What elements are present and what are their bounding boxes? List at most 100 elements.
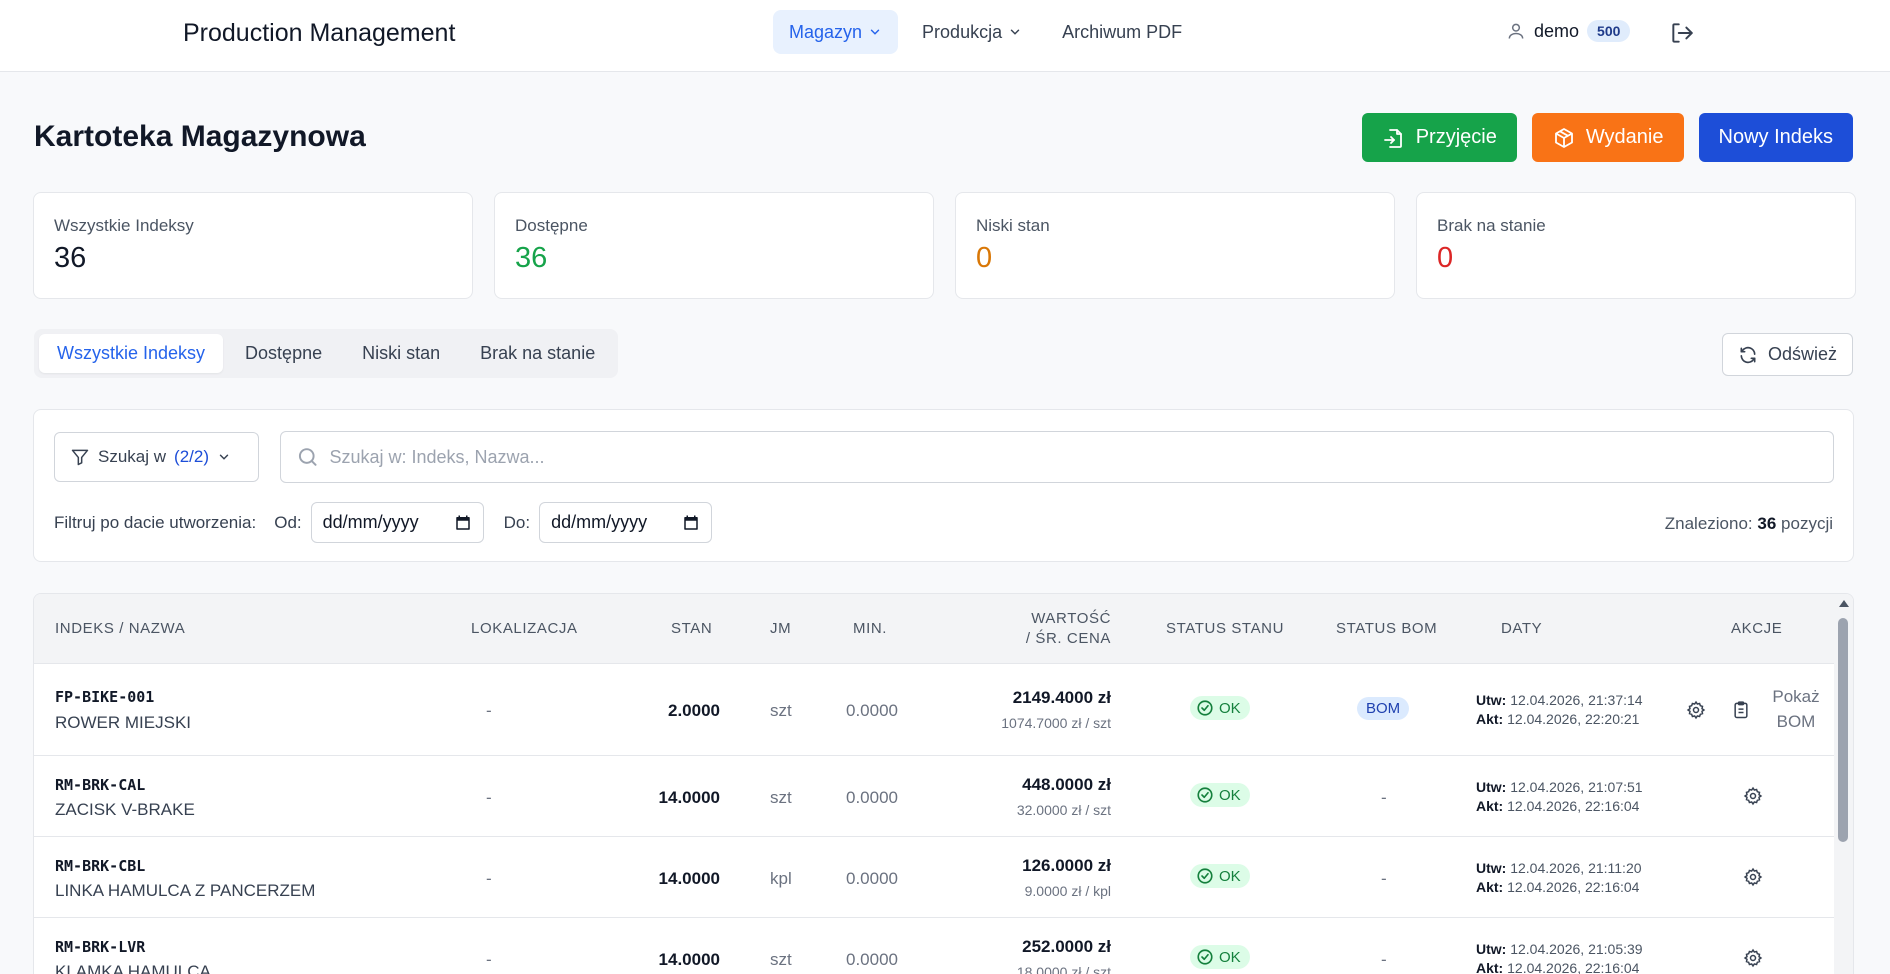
found-suffix: pozycji: [1781, 514, 1833, 533]
row-name: KLAMKA HAMULCA: [55, 962, 211, 974]
th-min[interactable]: MIN.: [853, 620, 887, 637]
chevron-down-icon: [870, 29, 880, 35]
search-fields-dropdown[interactable]: Szukaj w (2/2): [54, 432, 259, 482]
gear-icon: [1743, 867, 1763, 887]
scroll-thumb[interactable]: [1838, 618, 1848, 842]
th-avg-price[interactable]: / ŚR. CENA: [914, 630, 1111, 647]
created-value: 12.04.2026, 21:05:39: [1510, 941, 1643, 957]
status-ok-pill: OK: [1190, 945, 1250, 969]
results-count: Znaleziono: 36 pozycji: [1665, 514, 1833, 534]
th-index-name[interactable]: INDEKS / NAZWA: [55, 620, 185, 637]
row-location: -: [486, 701, 492, 720]
status-ok-pill: OK: [1190, 696, 1250, 720]
updated-value: 12.04.2026, 22:16:04: [1507, 798, 1640, 814]
created-value: 12.04.2026, 21:37:14: [1510, 692, 1643, 708]
refresh-button[interactable]: Odśwież: [1721, 333, 1853, 376]
th-dates[interactable]: DATY: [1501, 620, 1542, 637]
username: demo: [1534, 20, 1580, 41]
row-dates: Utw: 12.04.2026, 21:11:20 Akt: 12.04.202…: [1476, 859, 1642, 897]
row-code: RM-BRK-CBL: [55, 857, 146, 875]
date-to-input[interactable]: dd/mm/yyyy: [539, 502, 713, 543]
check-circle-icon: [1197, 949, 1213, 965]
created-date: Utw: 12.04.2026, 21:11:20: [1476, 859, 1642, 878]
table-row[interactable]: RM-BRK-CBL LINKA HAMULCA Z PANCERZEM - 1…: [34, 837, 1836, 918]
status-text: OK: [1219, 699, 1241, 717]
stat-label: Wszystkie Indeksy: [54, 216, 194, 235]
issue-button[interactable]: Wydanie: [1531, 113, 1684, 162]
show-bom-line-1: Pokaż: [1772, 687, 1820, 706]
settings-button[interactable]: [1743, 867, 1763, 887]
th-unit[interactable]: JM: [770, 620, 791, 637]
date-to-label: Do:: [503, 512, 531, 532]
created-date: Utw: 12.04.2026, 21:37:14: [1476, 691, 1643, 710]
table-row[interactable]: RM-BRK-LVR KLAMKA HAMULCA - 14.0000 szt …: [34, 918, 1836, 974]
nav-produkcja[interactable]: Produkcja: [906, 10, 1038, 54]
gear-icon: [1686, 700, 1706, 720]
th-stock-status[interactable]: STATUS STANU: [1166, 620, 1284, 637]
tab-low-stock[interactable]: Niski stan: [344, 334, 458, 373]
stat-label: Dostępne: [515, 216, 588, 235]
th-location[interactable]: LOKALIZACJA: [471, 620, 578, 637]
row-stock: 14.0000: [658, 950, 720, 969]
tab-out-of-stock[interactable]: Brak na stanie: [462, 334, 613, 373]
date-from-input[interactable]: dd/mm/yyyy: [310, 502, 484, 543]
settings-button[interactable]: [1743, 786, 1763, 806]
stock-status-badge: OK: [1190, 945, 1250, 971]
scroll-up-arrow-icon[interactable]: [1839, 600, 1849, 607]
user-icon: [1508, 23, 1524, 39]
user-box[interactable]: demo 500: [1506, 20, 1631, 42]
new-index-button[interactable]: Nowy Indeks: [1698, 113, 1853, 162]
row-avg-price: 9.0000 zł / kpl: [1024, 883, 1111, 899]
show-bom-link[interactable]: Pokaż BOM: [1769, 684, 1823, 734]
nav-archiwum-pdf[interactable]: Archiwum PDF: [1046, 10, 1198, 54]
table-row[interactable]: FP-BIKE-001 ROWER MIEJSKI - 2.0000 szt 0…: [34, 664, 1836, 756]
chevron-down-icon: [1010, 29, 1020, 35]
stat-value: 0: [976, 242, 993, 274]
stat-value: 36: [515, 242, 548, 274]
stat-value: 0: [1437, 242, 1454, 274]
updated-label: Akt:: [1476, 879, 1504, 895]
search-in-count: (2/2): [174, 447, 209, 466]
row-unit: kpl: [770, 869, 792, 888]
th-bom-status[interactable]: STATUS BOM: [1336, 620, 1437, 637]
check-circle-icon: [1197, 787, 1213, 803]
row-name: LINKA HAMULCA Z PANCERZEM: [55, 881, 316, 900]
found-prefix: Znaleziono:: [1664, 514, 1753, 533]
row-value: 252.0000 zł: [1022, 937, 1111, 956]
tab-all[interactable]: Wszystkie Indeksy: [39, 334, 224, 373]
stat-card-low: Niski stan 0: [955, 192, 1395, 299]
table-row[interactable]: RM-BRK-CAL ZACISK V-BRAKE - 14.0000 szt …: [34, 756, 1836, 837]
row-min: 0.0000: [846, 788, 898, 807]
chevron-down-icon: [219, 454, 229, 460]
tab-available[interactable]: Dostępne: [227, 334, 340, 373]
file-import-icon: [1383, 128, 1402, 148]
updated-label: Akt:: [1476, 798, 1504, 814]
nav-magazyn[interactable]: Magazyn: [773, 10, 899, 54]
search-icon: [298, 448, 317, 466]
logout-button[interactable]: [1669, 20, 1695, 46]
updated-date: Akt: 12.04.2026, 22:16:04: [1476, 797, 1643, 816]
row-code: RM-BRK-LVR: [55, 938, 146, 956]
page-title: Kartoteka Magazynowa: [34, 120, 366, 153]
created-date: Utw: 12.04.2026, 21:07:51: [1476, 778, 1643, 797]
app-brand[interactable]: Production Management: [183, 19, 455, 48]
th-stock[interactable]: STAN: [671, 620, 712, 637]
filter-icon: [71, 449, 89, 466]
credits-badge: 500: [1587, 20, 1631, 42]
settings-button[interactable]: [1743, 948, 1763, 968]
table-scrollbar[interactable]: [1834, 594, 1853, 974]
status-text: OK: [1219, 786, 1241, 804]
th-actions: AKCJE: [1731, 620, 1783, 637]
bom-status-badge: BOM: [1357, 697, 1410, 720]
gear-icon: [1743, 786, 1763, 806]
package-icon: [1554, 127, 1573, 148]
created-value: 12.04.2026, 21:07:51: [1510, 779, 1643, 795]
settings-button[interactable]: [1686, 700, 1706, 720]
check-circle-icon: [1197, 700, 1213, 716]
clipboard-button[interactable]: [1731, 700, 1751, 720]
row-code: FP-BIKE-001: [55, 688, 155, 706]
row-min: 0.0000: [846, 869, 898, 888]
search-input[interactable]: [329, 446, 1818, 468]
th-value[interactable]: WARTOŚĆ: [914, 610, 1111, 627]
receive-button[interactable]: Przyjęcie: [1361, 113, 1517, 162]
